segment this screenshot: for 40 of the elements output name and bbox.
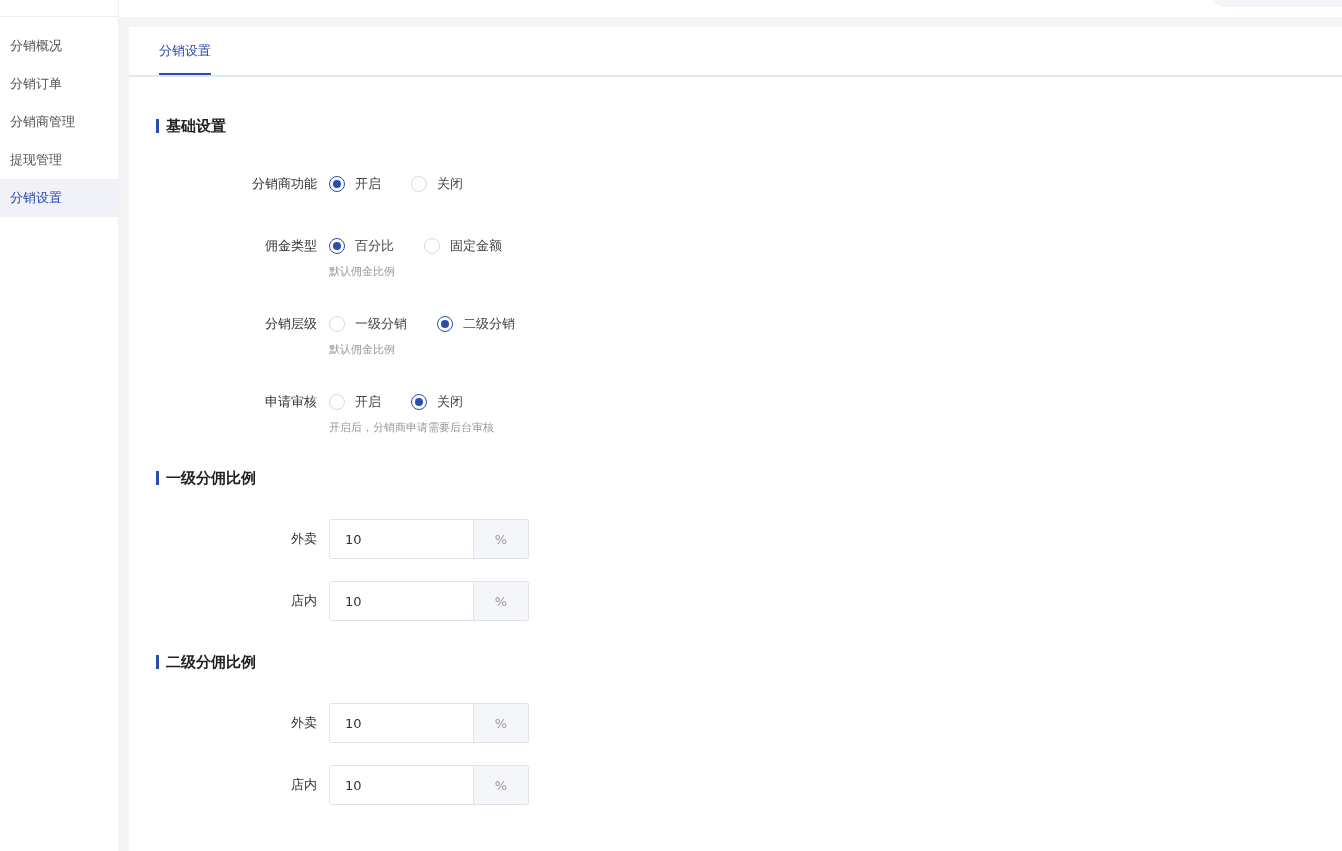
radio-option[interactable]: 二级分销 <box>437 315 515 333</box>
sidebar-item[interactable]: 分销设置 <box>0 179 118 217</box>
unit-suffix: % <box>473 766 528 804</box>
hint-text: 开启后，分销商申请需要后台审核 <box>329 420 495 436</box>
field-label: 外卖 <box>290 714 318 732</box>
unit-suffix: % <box>473 520 528 558</box>
field-label: 佣金类型 <box>264 237 318 255</box>
tab[interactable]: 分销设置 <box>159 27 211 75</box>
radio-icon[interactable] <box>411 394 427 410</box>
radio-option[interactable]: 百分比 <box>329 237 394 255</box>
radio-icon[interactable] <box>329 176 345 192</box>
field-label: 分销层级 <box>264 315 318 333</box>
sidebar-item[interactable]: 分销订单 <box>0 65 118 103</box>
radio-option[interactable]: 开启 <box>329 175 381 193</box>
unit-suffix: % <box>473 582 528 620</box>
radio-icon[interactable] <box>329 238 345 254</box>
section-heading: 二级分佣比例 <box>156 655 256 669</box>
section-heading: 基础设置 <box>156 119 226 133</box>
radio-option[interactable]: 开启 <box>329 393 381 411</box>
field-label: 分销商功能 <box>251 175 318 193</box>
field-label: 店内 <box>290 592 318 610</box>
unit-suffix: % <box>473 704 528 742</box>
field-label: 申请审核 <box>264 393 318 411</box>
sidebar-item[interactable]: 分销商管理 <box>0 103 118 141</box>
input-group[interactable]: 10 % <box>329 703 529 743</box>
radio-icon[interactable] <box>437 316 453 332</box>
radio-option[interactable]: 固定金额 <box>424 237 502 255</box>
sidebar-item[interactable]: 分销概况 <box>0 27 118 65</box>
radio-option[interactable]: 一级分销 <box>329 315 407 333</box>
section-heading: 一级分佣比例 <box>156 471 256 485</box>
hint-text: 默认佣金比例 <box>329 342 396 358</box>
input-group[interactable]: 10 % <box>329 581 529 621</box>
field-label: 外卖 <box>290 530 318 548</box>
radio-option[interactable]: 关闭 <box>411 393 463 411</box>
field-label: 店内 <box>290 776 318 794</box>
input-group[interactable]: 10 % <box>329 519 529 559</box>
input-group[interactable]: 10 % <box>329 765 529 805</box>
hint-text: 默认佣金比例 <box>329 264 396 280</box>
sidebar-item[interactable]: 提现管理 <box>0 141 118 179</box>
radio-option[interactable]: 关闭 <box>411 175 463 193</box>
